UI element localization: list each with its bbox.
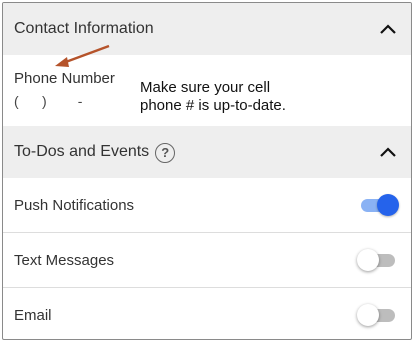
- toggle-thumb: [357, 249, 379, 271]
- annotation-note-line1: Make sure your cell: [140, 79, 271, 96]
- setting-row-email: Email: [3, 288, 411, 339]
- text-messages-toggle[interactable]: [357, 249, 399, 271]
- contact-information-title: Contact Information: [14, 20, 154, 37]
- annotation-note-line2: phone # is up-to-date.: [140, 97, 286, 114]
- push-notifications-label: Push Notifications: [14, 196, 135, 214]
- phone-number-value: ( ) -: [14, 93, 83, 109]
- arrow-icon: [55, 44, 110, 67]
- chevron-up-icon[interactable]: [379, 23, 397, 35]
- text-messages-label: Text Messages: [14, 251, 115, 269]
- push-notifications-toggle[interactable]: [357, 194, 399, 216]
- notification-settings-panel: Contact Information Phone Number ( ) - M…: [2, 2, 412, 340]
- contact-information-body: Phone Number ( ) - Make sure your cell p…: [3, 44, 411, 126]
- todos-events-title: To-Dos and Events: [14, 143, 150, 160]
- setting-row-text-messages: Text Messages: [3, 233, 411, 287]
- setting-row-push-notifications: Push Notifications: [3, 178, 411, 232]
- todos-events-header[interactable]: To-Dos and Events ?: [3, 126, 411, 178]
- chevron-up-icon[interactable]: [379, 146, 397, 158]
- email-toggle[interactable]: [357, 304, 399, 326]
- help-circle-icon[interactable]: ?: [155, 143, 176, 163]
- annotation-note: Make sure your cell phone # is up-to-dat…: [140, 79, 340, 115]
- email-label: Email: [14, 306, 52, 324]
- toggle-thumb: [357, 304, 379, 326]
- toggle-thumb: [377, 194, 399, 216]
